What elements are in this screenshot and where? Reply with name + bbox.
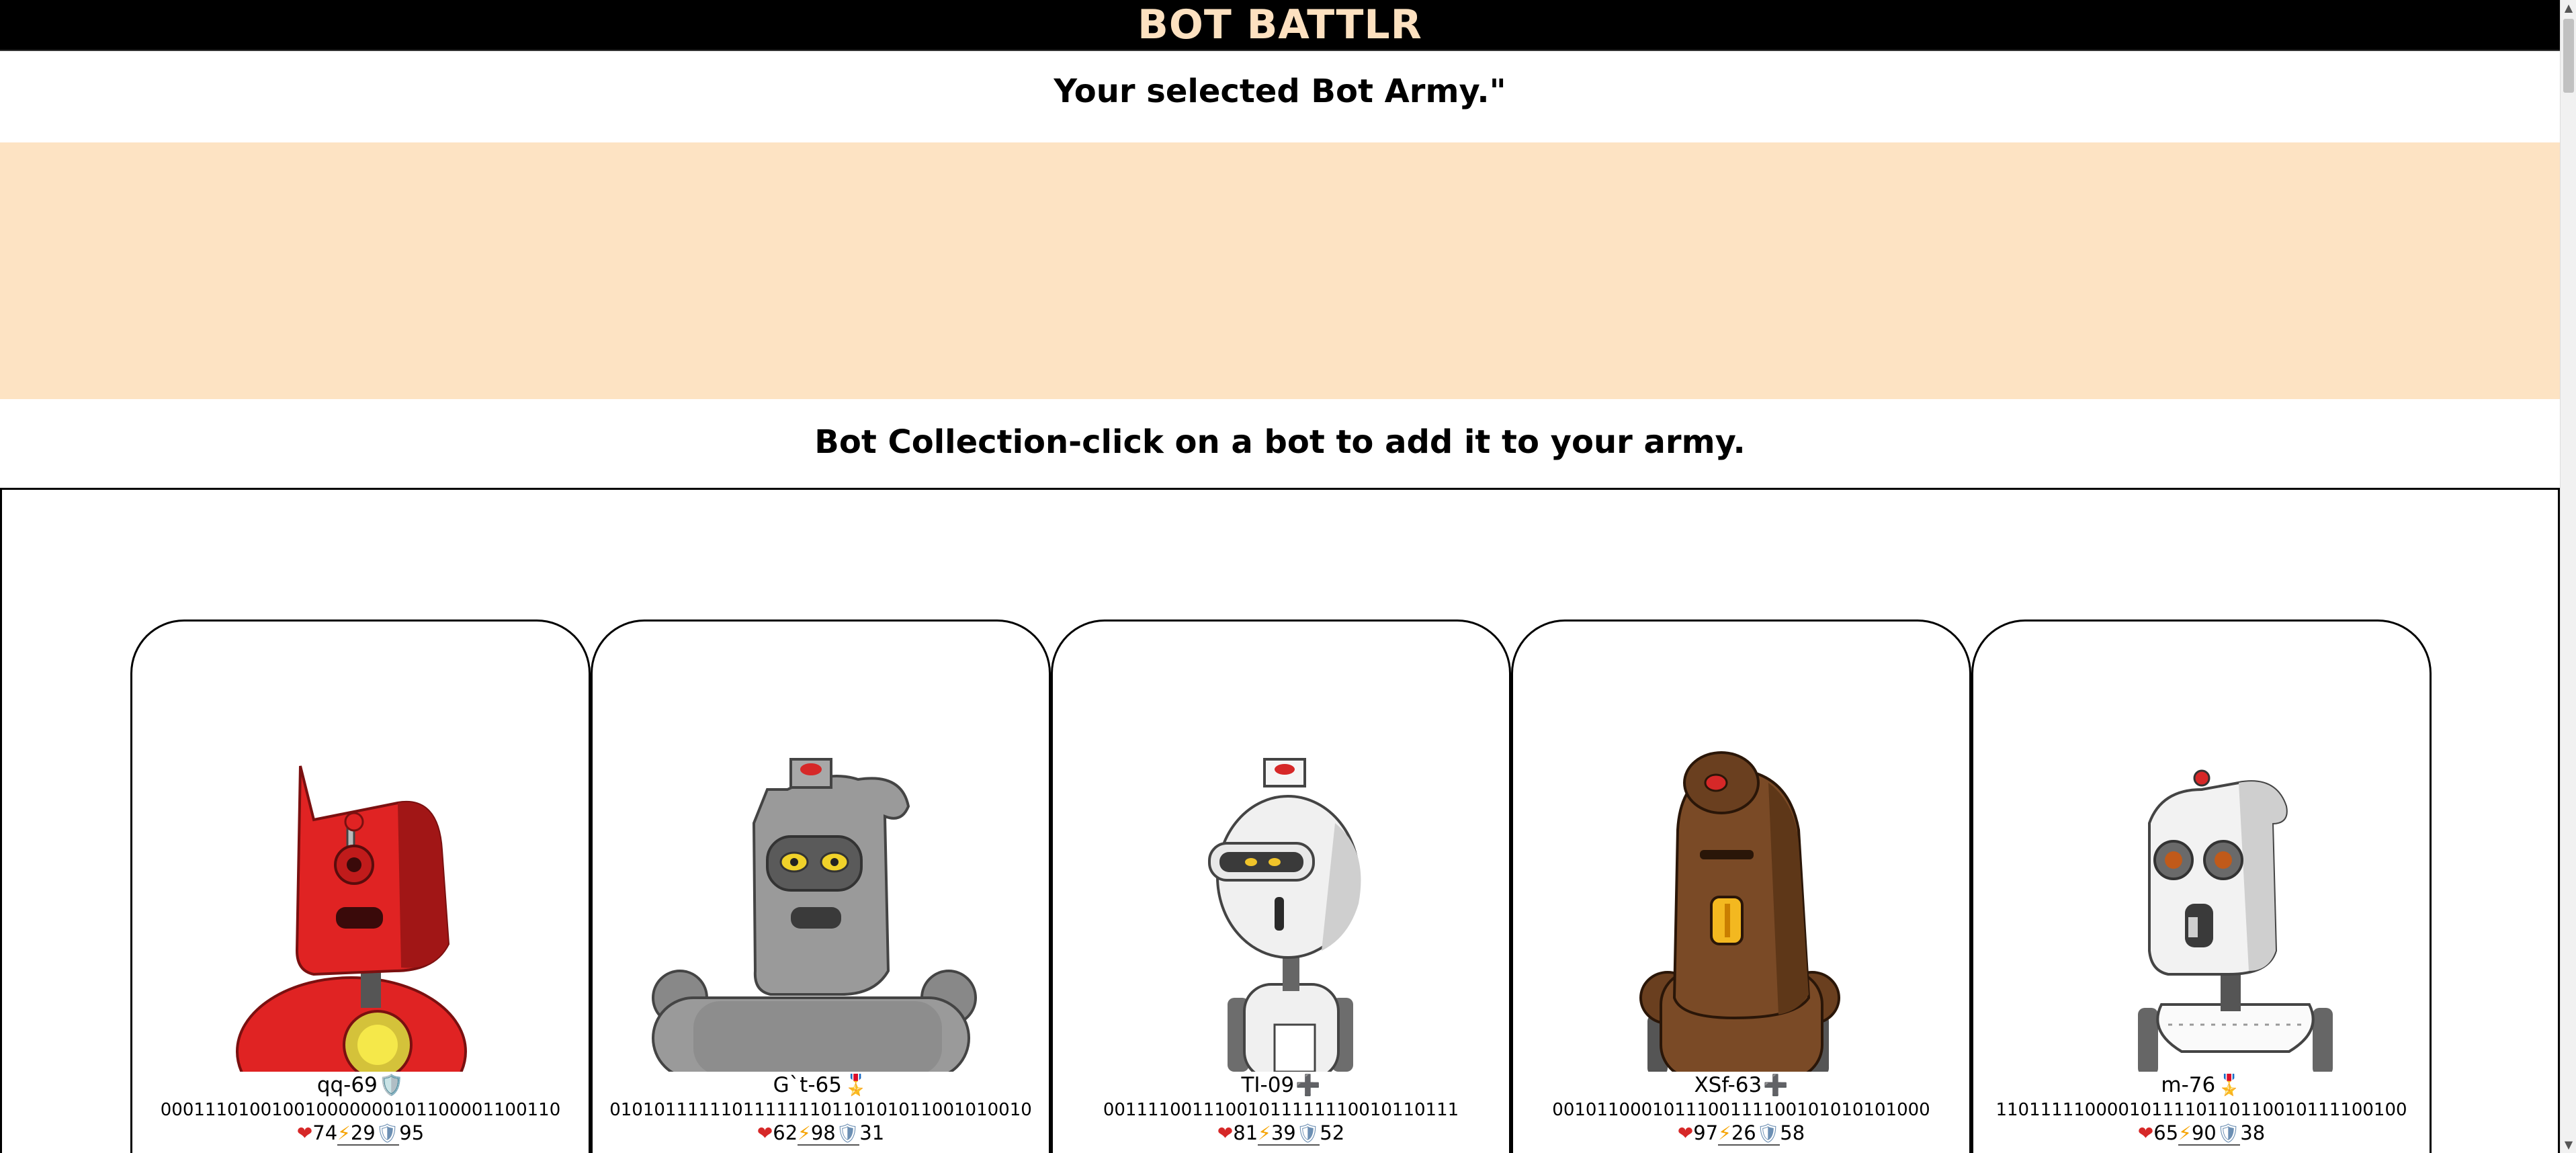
lightning-bolt-icon: ⚡ [1718, 1122, 1731, 1144]
bot-army-area [0, 142, 2560, 399]
scroll-down-arrow-icon[interactable]: ▼ [2561, 1138, 2576, 1152]
bot-armor: 58 [1780, 1121, 1805, 1144]
heart-icon: ❤ [1217, 1122, 1234, 1144]
bot-damage: 90 [2191, 1121, 2217, 1144]
bot-card[interactable]: XSf-63➕ 00101100010111001111001010101010… [1511, 620, 1971, 1153]
bot-card[interactable]: qq-69🛡️ 00011101001001000000010110000110… [130, 620, 591, 1153]
bot-health: 97 [1693, 1121, 1719, 1144]
bot-card[interactable]: TI-09➕ 00111100111001011111110010110111 … [1051, 620, 1511, 1153]
bot-battlr-page: BOT BATTLR Your selected Bot Army." Bot … [0, 0, 2560, 1153]
bot-catchphrase: 00111100111001011111110010110111 [1103, 1100, 1459, 1120]
collection-heading: Bot Collection-click on a bot to add it … [814, 423, 1746, 461]
bot-damage: 98 [810, 1121, 836, 1144]
bot-name: m-76 [2161, 1073, 2216, 1097]
bot-avatar [1208, 758, 1361, 1072]
shield-icon: 🛡 [1295, 1122, 1320, 1144]
bot-damage: 39 [1271, 1121, 1296, 1144]
shield-icon: 🛡 [835, 1122, 860, 1144]
shield-icon: 🛡 [2216, 1122, 2241, 1144]
bot-name: XSf-63 [1694, 1073, 1762, 1097]
heart-icon: ❤ [2137, 1122, 2154, 1144]
bot-stats: ❤97⚡26🛡58 [1513, 1121, 1969, 1146]
shield-badge-icon: 🛡️ [378, 1074, 404, 1097]
bot-damage: 29 [350, 1121, 376, 1144]
bot-stats: ❤74⚡29🛡95 [132, 1121, 589, 1146]
bot-name: qq-69 [316, 1073, 378, 1097]
scrollbar-thumb[interactable] [2563, 19, 2574, 93]
lightning-bolt-icon: ⚡ [2178, 1122, 2192, 1144]
plus-badge-icon: ➕ [1763, 1074, 1789, 1097]
shield-icon: 🛡 [375, 1122, 400, 1144]
medal-badge-icon: 🎖️ [843, 1074, 869, 1097]
bot-stats: ❤65⚡90🛡38 [1973, 1121, 2430, 1146]
bot-health: 81 [1233, 1121, 1258, 1144]
bot-armor: 95 [399, 1121, 425, 1144]
shield-icon: 🛡 [1756, 1122, 1780, 1144]
heart-icon: ❤ [1677, 1122, 1694, 1144]
bot-name: G`t-65 [773, 1073, 842, 1097]
bot-health: 62 [773, 1121, 798, 1144]
heart-icon: ❤ [296, 1122, 313, 1144]
lightning-bolt-icon: ⚡ [337, 1122, 351, 1144]
bot-stats: ❤81⚡39🛡52 [1053, 1121, 1509, 1146]
app-title: BOT BATTLR [1137, 1, 1422, 48]
heart-icon: ❤ [757, 1122, 773, 1144]
bot-damage: 26 [1731, 1121, 1756, 1144]
medal-badge-icon: 🎖️ [2217, 1074, 2242, 1097]
bot-health: 74 [312, 1121, 338, 1144]
plus-badge-icon: ➕ [1295, 1074, 1321, 1097]
vertical-scrollbar[interactable]: ▲ ▼ [2560, 0, 2576, 1153]
bot-catchphrase: 0010110001011100111100101010101000 [1552, 1100, 1930, 1120]
title-bar: BOT BATTLR [0, 0, 2560, 51]
lightning-bolt-icon: ⚡ [1258, 1122, 1271, 1144]
bot-armor: 52 [1320, 1121, 1345, 1144]
bot-catchphrase: 110111110000101111011011001011110​0100 [1995, 1100, 2407, 1120]
bot-avatar [236, 765, 467, 1072]
bot-armor: 31 [859, 1121, 885, 1144]
bot-health: 65 [2153, 1121, 2179, 1144]
army-heading: Your selected Bot Army." [1054, 73, 1506, 110]
bot-stats: ❤62⚡98🛡31 [593, 1121, 1049, 1146]
bot-armor: 38 [2240, 1121, 2266, 1144]
bot-avatar [2138, 769, 2333, 1072]
bot-catchphrase: 0101011111101111111011010101100101001​0 [609, 1100, 1032, 1120]
bot-avatar [652, 758, 977, 1072]
bot-catchphrase: 0001110100100100000001011000011001​10 [160, 1100, 561, 1120]
bot-name: TI-09 [1241, 1073, 1295, 1097]
scroll-up-arrow-icon[interactable]: ▲ [2561, 1, 2576, 15]
lightning-bolt-icon: ⚡ [798, 1122, 811, 1144]
bot-card[interactable]: m-76🎖️ 110111110000101111011011001011110… [1971, 620, 2432, 1153]
bot-card[interactable]: G`t-65🎖️ 0101011111101111111011010101100… [591, 620, 1051, 1153]
bot-avatar [1639, 751, 1840, 1072]
